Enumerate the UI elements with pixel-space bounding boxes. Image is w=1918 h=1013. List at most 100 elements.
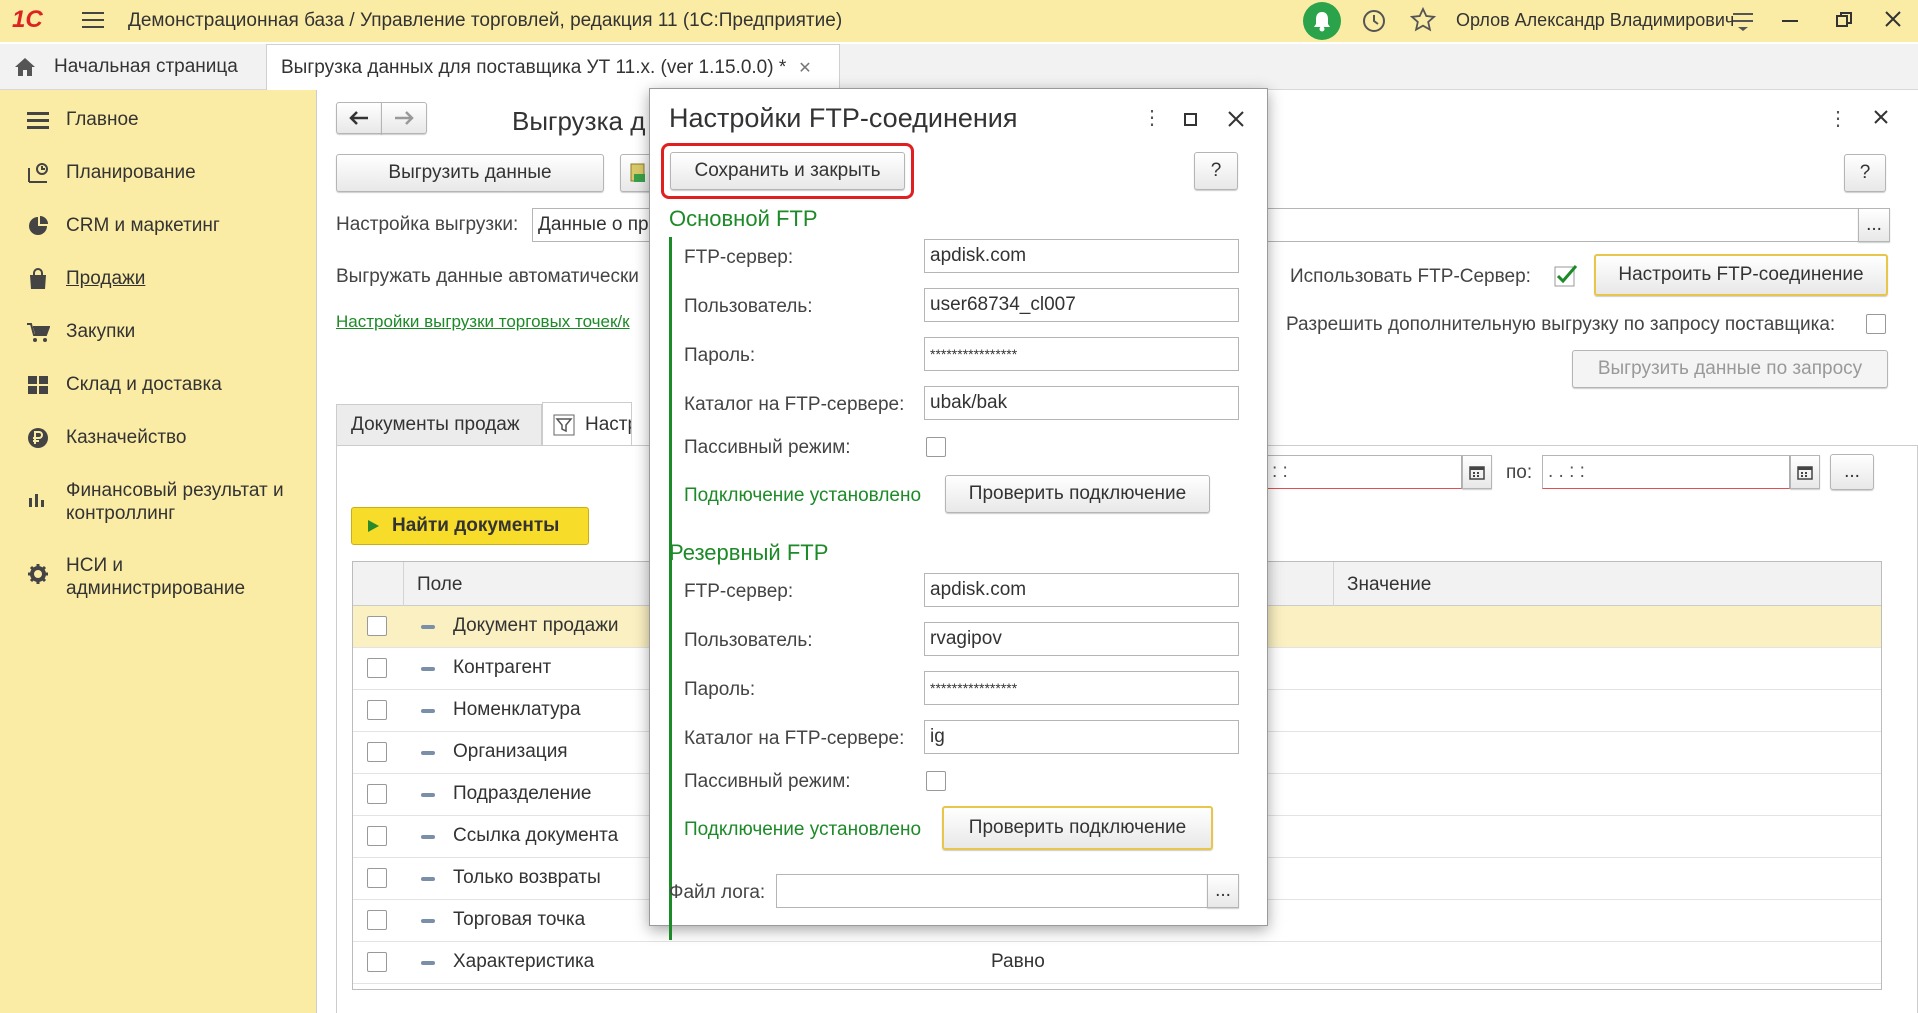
- sidebar-item-sales[interactable]: Продажи: [0, 267, 317, 291]
- dialog-title: Настройки FTP-соединения: [669, 103, 1018, 133]
- outlets-settings-link[interactable]: Настройки выгрузки торговых точек/к: [336, 312, 630, 332]
- favorites-star-icon[interactable]: [1409, 6, 1437, 38]
- back-button[interactable]: [336, 102, 382, 134]
- sidebar-item-label: Продажи: [66, 268, 146, 289]
- row-checkbox[interactable]: [367, 742, 387, 762]
- table-row[interactable]: Характеристика Равно: [353, 942, 1881, 984]
- minimize-icon[interactable]: [1782, 20, 1798, 22]
- row-field-name: Только возвраты: [453, 867, 601, 888]
- settings-label: Настройка выгрузки:: [336, 214, 519, 235]
- arrow-left-icon: [349, 111, 368, 125]
- primary-password-input[interactable]: ****************: [924, 337, 1239, 371]
- settings-field[interactable]: Данные о пр: [532, 208, 652, 242]
- backup-ftp-header: Резервный FTP: [669, 540, 829, 565]
- tab-export-data[interactable]: Выгрузка данных для поставщика УТ 11.х. …: [266, 44, 840, 90]
- dialog-maximize-icon[interactable]: [1184, 113, 1197, 126]
- export-by-request-button[interactable]: Выгрузить данные по запросу: [1572, 350, 1888, 388]
- notifications-bell-icon[interactable]: [1303, 2, 1341, 40]
- primary-dir-input[interactable]: ubak/bak: [924, 386, 1239, 420]
- allow-extra-export-checkbox[interactable]: [1866, 314, 1886, 334]
- main-menu-icon[interactable]: [82, 10, 104, 30]
- dialog-more-icon[interactable]: ⋮: [1142, 105, 1162, 130]
- forward-button[interactable]: [381, 102, 427, 134]
- sidebar-item-label: Финансовый результат и контроллинг: [66, 480, 284, 524]
- planning-icon: [20, 161, 56, 185]
- tab-filter-settings-label: Настро: [585, 413, 631, 435]
- date-from-field[interactable]: : :: [1266, 455, 1462, 489]
- app-logo[interactable]: 1С: [12, 6, 43, 34]
- form-more-icon[interactable]: ⋮: [1828, 106, 1848, 131]
- user-name[interactable]: Орлов Александр Владимирович: [1456, 10, 1734, 31]
- find-documents-button[interactable]: Найти документы: [351, 507, 589, 545]
- close-window-icon[interactable]: [1884, 10, 1902, 33]
- primary-check-connection-button[interactable]: Проверить подключение: [945, 475, 1210, 513]
- settings-select-button[interactable]: ...: [1858, 208, 1890, 242]
- dialog-help-button[interactable]: ?: [1194, 152, 1238, 190]
- configure-ftp-button[interactable]: Настроить FTP-соединение: [1594, 254, 1888, 296]
- row-checkbox[interactable]: [367, 868, 387, 888]
- export-data-button[interactable]: Выгрузить данные: [336, 154, 604, 192]
- sidebar-item-financial-result[interactable]: Финансовый результат и контроллинг: [0, 479, 317, 525]
- column-header-value[interactable]: Значение: [1347, 574, 1431, 596]
- settings-menu-icon[interactable]: [1732, 10, 1754, 37]
- column-header-field[interactable]: Поле: [417, 574, 462, 596]
- ftp-settings-dialog: Настройки FTP-соединения ⋮ Сохранить и з…: [649, 88, 1268, 940]
- primary-passive-checkbox[interactable]: [926, 437, 946, 457]
- backup-dir-input[interactable]: ig: [924, 720, 1239, 754]
- use-ftp-label: Использовать FTP-Сервер:: [1290, 266, 1531, 287]
- filter-icon: [553, 414, 575, 435]
- save-and-close-button[interactable]: Сохранить и закрыть: [670, 152, 905, 190]
- backup-check-connection-button[interactable]: Проверить подключение: [942, 806, 1213, 850]
- gear-icon: [20, 562, 56, 586]
- row-checkbox[interactable]: [367, 910, 387, 930]
- play-icon: [368, 520, 379, 532]
- date-to-field[interactable]: . . : :: [1542, 455, 1790, 489]
- use-ftp-checkbox[interactable]: [1554, 264, 1578, 288]
- backup-passive-checkbox[interactable]: [926, 771, 946, 791]
- backup-user-label: Пользователь:: [684, 630, 813, 651]
- row-field-name: Контрагент: [453, 657, 552, 678]
- date-from-calendar-icon[interactable]: [1462, 455, 1492, 489]
- tab-sales-documents[interactable]: Документы продаж: [336, 404, 542, 446]
- tab-filter-settings[interactable]: Настро: [542, 402, 632, 446]
- form-close-icon[interactable]: [1874, 108, 1888, 129]
- sidebar-item-planning[interactable]: Планирование: [0, 161, 317, 185]
- field-icon: [421, 625, 435, 629]
- restore-icon[interactable]: [1836, 12, 1852, 33]
- primary-user-input[interactable]: user68734_cl007: [924, 288, 1239, 322]
- sidebar-item-warehouse[interactable]: Склад и доставка: [0, 373, 317, 397]
- row-checkbox[interactable]: [367, 700, 387, 720]
- chart-icon: [20, 487, 56, 511]
- backup-server-input[interactable]: apdisk.com: [924, 573, 1239, 607]
- log-file-input[interactable]: [776, 874, 1208, 908]
- arrow-right-icon: [395, 111, 414, 125]
- row-checkbox[interactable]: [367, 784, 387, 804]
- field-icon: [421, 877, 435, 881]
- document-icon: [630, 163, 645, 182]
- sidebar-item-label: НСИ и администрирование: [66, 555, 246, 599]
- history-icon[interactable]: [1361, 8, 1387, 39]
- dialog-close-icon[interactable]: [1228, 111, 1244, 132]
- sidebar-item-label: Казначейство: [66, 427, 187, 448]
- sidebar-item-main[interactable]: Главное: [0, 108, 317, 132]
- title-bar: 1С Демонстрационная база / Управление то…: [0, 0, 1918, 42]
- row-checkbox[interactable]: [367, 616, 387, 636]
- period-select-button[interactable]: ...: [1830, 454, 1874, 490]
- log-file-select-button[interactable]: ...: [1207, 874, 1239, 908]
- settings-field-right[interactable]: [1266, 208, 1860, 242]
- backup-user-input[interactable]: rvagipov: [924, 622, 1239, 656]
- tab-home-label: Начальная страница: [54, 56, 238, 77]
- form-help-button[interactable]: ?: [1844, 154, 1886, 192]
- backup-password-input[interactable]: ****************: [924, 671, 1239, 705]
- row-checkbox[interactable]: [367, 826, 387, 846]
- date-to-calendar-icon[interactable]: [1790, 455, 1820, 489]
- sidebar-item-admin[interactable]: НСИ и администрирование: [0, 554, 317, 600]
- row-checkbox[interactable]: [367, 952, 387, 972]
- primary-server-input[interactable]: apdisk.com: [924, 239, 1239, 273]
- close-tab-icon[interactable]: ✕: [798, 58, 811, 78]
- sidebar-item-crm[interactable]: CRM и маркетинг: [0, 214, 317, 238]
- sidebar-item-treasury[interactable]: Казначейство: [0, 426, 317, 450]
- row-checkbox[interactable]: [367, 658, 387, 678]
- tab-home[interactable]: Начальная страница: [14, 44, 238, 90]
- sidebar-item-purchases[interactable]: Закупки: [0, 320, 317, 344]
